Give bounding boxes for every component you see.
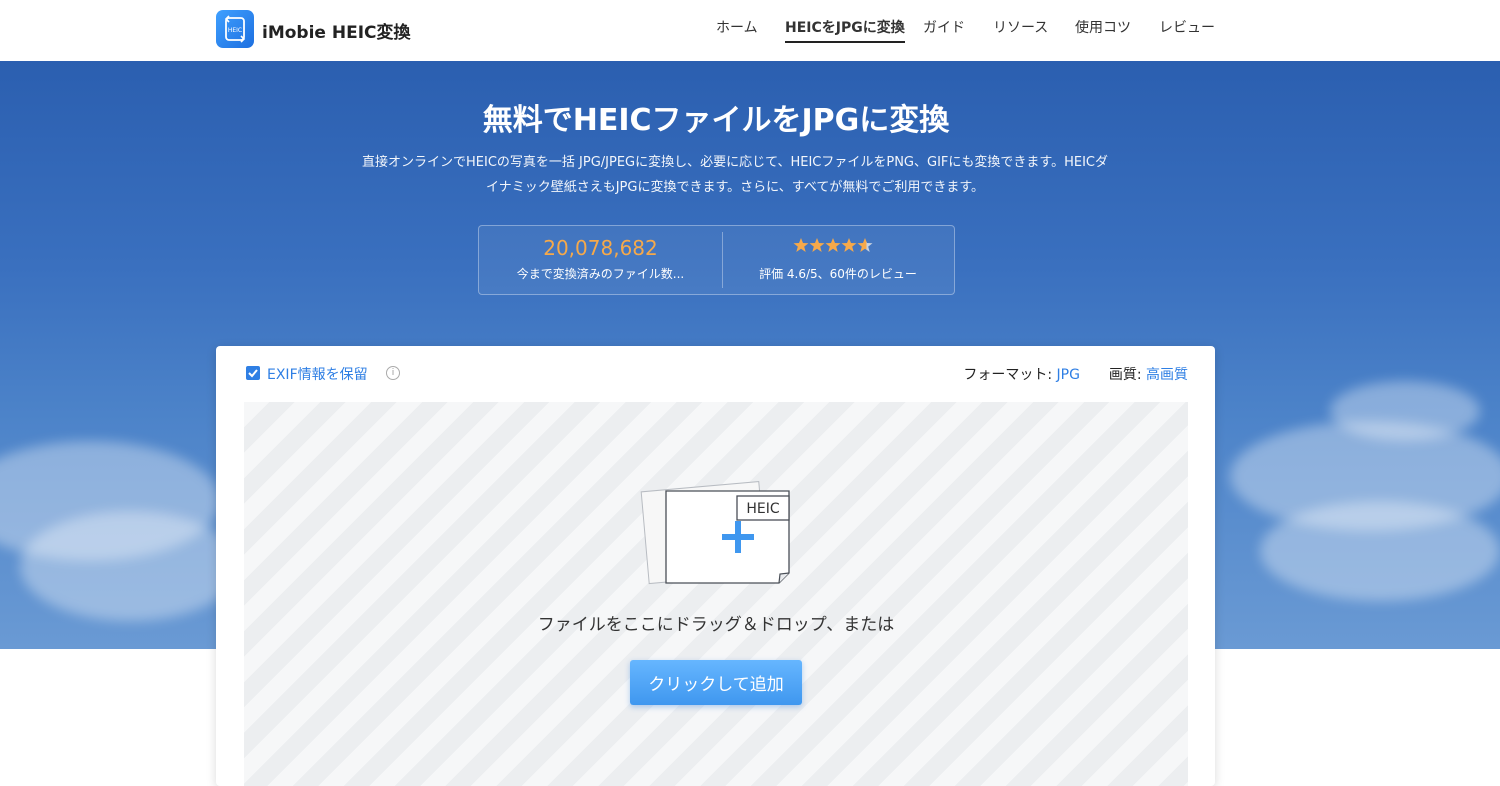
- exif-checkbox[interactable]: [246, 366, 260, 380]
- hero-description-line: イナミック壁紙さえもJPGに変換できます。さらに、すべてが無料でご利用できます。: [485, 180, 985, 195]
- output-settings: フォーマット: JPG 画質: 高画質: [963, 364, 1188, 384]
- hero-description-line: 直接オンラインでHEICの写真を一括 JPG/JPEGに変換し、必要に応じて、H…: [362, 155, 1108, 170]
- format-label: フォーマット:: [963, 367, 1053, 383]
- site-header: HEIC iMobie HEIC変換 ホーム HEICをJPGに変換 ガイド リ…: [0, 0, 1500, 62]
- heic-badge: HEIC: [746, 501, 780, 517]
- rating-stars: [793, 238, 873, 252]
- drop-instruction: ファイルをここにドラッグ＆ドロップ、または: [537, 615, 895, 635]
- star-icon: [809, 238, 825, 252]
- nav-item-reviews[interactable]: レビュー: [1159, 17, 1215, 41]
- half-star-icon: [857, 238, 873, 252]
- converted-count-label: 今まで変換済みのファイル数...: [516, 267, 685, 281]
- main-nav: ホーム HEICをJPGに変換 ガイド リソース 使用コツ レビュー: [0, 17, 1500, 47]
- exif-label[interactable]: EXIF情報を保留: [267, 364, 368, 384]
- hero-description: 直接オンラインでHEICの写真を一括 JPG/JPEGに変換し、必要に応じて、H…: [335, 150, 1135, 200]
- upload-card: EXIF情報を保留 i フォーマット: JPG 画質: 高画質 HEIC ファイ…: [216, 346, 1215, 786]
- quality-label: 画質:: [1108, 367, 1142, 383]
- nav-item-resources[interactable]: リソース: [993, 17, 1048, 41]
- format-select[interactable]: JPG: [1057, 367, 1080, 383]
- add-file-icon: HEIC: [640, 481, 790, 585]
- stats-panel: 20,078,682 今まで変換済みのファイル数... 評価 4.6/5、60件…: [478, 225, 955, 295]
- cloud-decoration: [20, 511, 240, 621]
- star-icon: [793, 238, 809, 252]
- nav-item-tips[interactable]: 使用コツ: [1075, 17, 1131, 41]
- file-dropzone[interactable]: HEIC ファイルをここにドラッグ＆ドロップ、または クリックして追加: [244, 402, 1188, 786]
- star-icon: [841, 238, 857, 252]
- nav-item-heic-to-jpg[interactable]: HEICをJPGに変換: [785, 17, 905, 43]
- nav-item-home[interactable]: ホーム: [716, 17, 758, 41]
- info-icon[interactable]: i: [386, 366, 400, 380]
- add-file-button[interactable]: クリックして追加: [630, 660, 802, 705]
- quality-select[interactable]: 高画質: [1146, 367, 1188, 383]
- converted-count: 20,078,682: [543, 236, 658, 260]
- rating-label: 評価 4.6/5、60件のレビュー: [759, 267, 917, 281]
- nav-item-guide[interactable]: ガイド: [923, 17, 965, 41]
- star-icon: [825, 238, 841, 252]
- page-title: 無料でHEICファイルをJPGに変換: [482, 103, 950, 138]
- cloud-decoration: [1260, 501, 1500, 601]
- cloud-decoration: [1330, 381, 1480, 441]
